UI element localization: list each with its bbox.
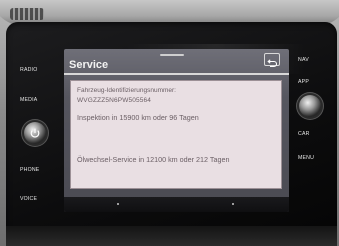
back-icon	[267, 59, 278, 68]
app-button[interactable]: APP	[298, 79, 309, 85]
back-button[interactable]	[264, 53, 280, 68]
menu-button[interactable]: MENU	[298, 155, 314, 161]
page-dot	[117, 203, 119, 205]
swipe-handle[interactable]	[160, 54, 184, 56]
phone-button[interactable]: PHONE	[20, 167, 39, 173]
oil-service-status: Ölwechsel-Service in 12100 km oder 212 T…	[77, 155, 230, 164]
tune-knob[interactable]	[299, 95, 321, 117]
vin-label: Fahrzeug-Identifizierungsnummer:	[77, 87, 176, 94]
service-info-panel: Fahrzeug-Identifizierungsnummer: WVGZZZ5…	[70, 80, 282, 189]
radio-button[interactable]: RADIO	[20, 67, 37, 73]
vin-value: WVGZZZ5N6PW505564	[77, 97, 152, 104]
air-vent	[10, 8, 44, 20]
touch-screen: Service Fahrzeug-Identifizierungsnummer:…	[64, 49, 289, 212]
inspection-status: Inspektion in 15900 km oder 96 Tagen	[77, 113, 199, 122]
volume-knob[interactable]	[24, 122, 46, 144]
power-icon	[30, 128, 40, 138]
media-button[interactable]: MEDIA	[20, 97, 37, 103]
screen-bottom-bar	[64, 197, 289, 212]
bezel-bottom	[6, 226, 337, 246]
photo-scene: RADIO MEDIA PHONE VOICE NAV APP CAR MENU…	[0, 0, 339, 246]
title-divider	[64, 73, 289, 75]
car-button[interactable]: CAR	[298, 131, 310, 137]
voice-button[interactable]: VOICE	[20, 196, 37, 202]
nav-button[interactable]: NAV	[298, 57, 309, 63]
page-title: Service	[69, 59, 109, 71]
page-dot	[232, 203, 234, 205]
